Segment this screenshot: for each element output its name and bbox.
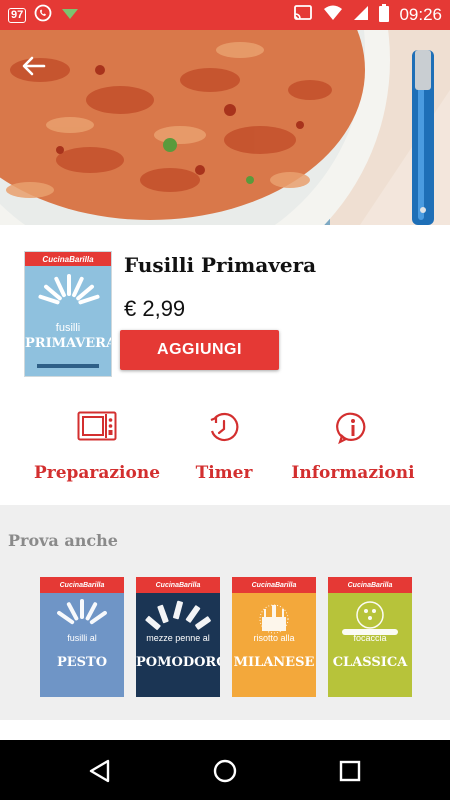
item-line1: focaccia — [353, 633, 387, 643]
item-line2: CLASSICA — [332, 655, 408, 670]
info-label: Informazioni — [291, 463, 415, 483]
back-button[interactable] — [18, 50, 50, 82]
box-name-line2: PRIMAVERA — [25, 336, 112, 351]
also-try-title: Prova anche — [8, 531, 118, 550]
box-brand: CucinaBarilla — [25, 252, 111, 266]
square-recents-icon — [339, 760, 361, 782]
product-title: Fusilli Primavera — [124, 253, 317, 277]
circle-home-icon — [213, 759, 237, 783]
penne-icon — [136, 593, 220, 697]
timer-icon — [210, 412, 239, 442]
also-try-item-pesto[interactable]: CucinaBarilla fusilli al PESTO — [40, 577, 124, 697]
navigation-bar — [0, 740, 450, 800]
item-line2: MILANESE — [233, 655, 315, 670]
notification-badge: 97 — [8, 7, 27, 23]
box-name-line1: fusilli — [55, 322, 81, 334]
rolling-pin-icon — [328, 593, 412, 697]
timer-label: Timer — [195, 463, 253, 483]
item-brand: CucinaBarilla — [232, 577, 316, 593]
item-line1: fusilli al — [67, 633, 97, 643]
status-bar: 97 09:26 — [0, 0, 450, 30]
clock: 09:26 — [399, 5, 442, 24]
product-price: € 2,99 — [124, 296, 186, 321]
hero-image — [0, 30, 450, 225]
item-brand: CucinaBarilla — [328, 577, 412, 593]
cathedral-icon — [232, 593, 316, 697]
cast-icon — [293, 5, 313, 25]
info-icon — [336, 412, 366, 445]
also-try-item-milanese[interactable]: CucinaBarilla risotto alla MILANESE — [232, 577, 316, 697]
item-line1: risotto alla — [253, 633, 295, 643]
add-button[interactable]: AGGIUNGI — [120, 330, 279, 370]
spacer — [0, 720, 450, 740]
arrow-left-icon — [22, 56, 46, 76]
item-line2: POMODORO — [136, 655, 220, 670]
also-try-item-focaccia[interactable]: CucinaBarilla focaccia CLASSICA — [328, 577, 412, 697]
timer-action[interactable]: Timer — [149, 405, 299, 505]
nav-recents-button[interactable] — [334, 755, 366, 787]
info-action[interactable]: Informazioni — [278, 405, 428, 505]
pasta-rays-icon — [40, 593, 124, 697]
wifi-icon — [323, 5, 343, 25]
item-line1: mezze penne al — [146, 633, 210, 643]
nav-back-button[interactable] — [84, 755, 116, 787]
box-stripe — [37, 364, 99, 368]
nav-home-button[interactable] — [209, 755, 241, 787]
pasta-rays-icon — [38, 274, 100, 305]
triangle-back-icon — [89, 759, 110, 783]
whatsapp-icon — [34, 4, 52, 26]
also-try-item-pomodoro[interactable]: CucinaBarilla mezze penne al POMODORO — [136, 577, 220, 697]
item-brand: CucinaBarilla — [136, 577, 220, 593]
download-icon — [60, 5, 80, 25]
pasta-dish-photo — [0, 30, 450, 225]
actions-row: Preparazione Timer Informazioni — [0, 405, 450, 505]
item-brand: CucinaBarilla — [40, 577, 124, 593]
product-header: CucinaBarilla fusilli PRIMAVERA Fusilli … — [0, 225, 450, 405]
battery-icon — [379, 4, 390, 26]
microwave-icon — [77, 411, 117, 441]
item-line2: PESTO — [56, 655, 108, 670]
product-box-image: CucinaBarilla fusilli PRIMAVERA — [24, 251, 112, 377]
also-try-section: Prova anche CucinaBarilla fusilli al PES… — [0, 505, 450, 720]
signal-icon — [353, 5, 369, 25]
